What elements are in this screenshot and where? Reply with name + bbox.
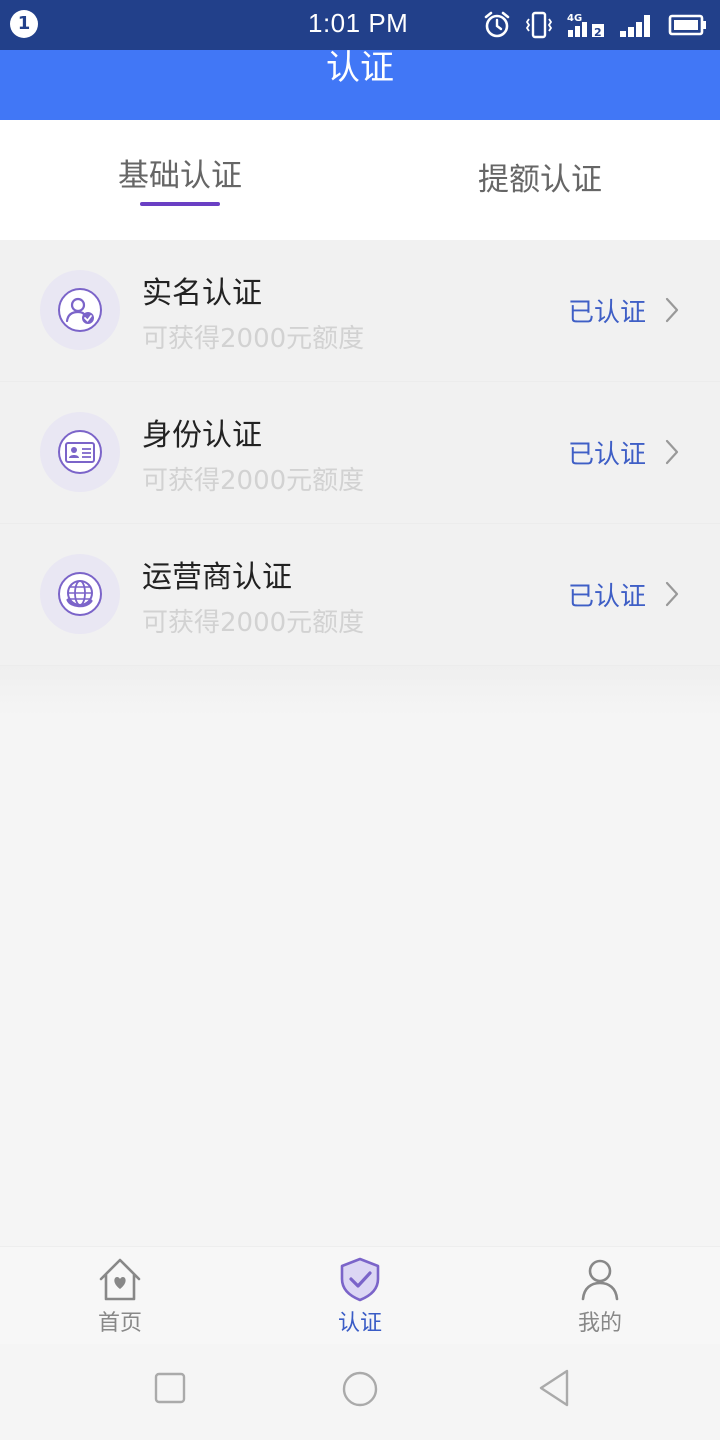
- tab-active-indicator: [140, 202, 220, 206]
- tab-limit-boost-cert-label: 提额认证: [478, 162, 602, 198]
- nav-home[interactable]: 首页: [0, 1247, 240, 1345]
- page-title: 认证: [326, 48, 394, 88]
- cert-item-real-name[interactable]: 实名认证 可获得2000元额度 已认证: [0, 240, 720, 382]
- chevron-right-icon: [665, 581, 679, 607]
- signal-4g-icon: 4G 2: [567, 13, 604, 39]
- home-icon: [99, 1258, 141, 1301]
- bottom-nav: 首页 认证 我的: [0, 1246, 720, 1344]
- nav-certification[interactable]: 认证: [240, 1247, 480, 1345]
- cert-status: 已认证: [567, 582, 646, 612]
- battery-icon: [668, 14, 706, 36]
- cert-icon-circle: [40, 554, 120, 634]
- cert-title: 身份认证: [142, 418, 262, 453]
- alarm-icon: [484, 11, 510, 38]
- system-nav-bar: [0, 1344, 720, 1440]
- nav-home-label: 首页: [97, 1311, 142, 1336]
- home-circle-icon[interactable]: [341, 1370, 379, 1408]
- cert-status: 已认证: [567, 298, 646, 328]
- cert-item-identity[interactable]: 身份认证 可获得2000元额度 已认证: [0, 382, 720, 524]
- cert-icon-circle: [40, 270, 120, 350]
- back-triangle-icon[interactable]: [536, 1368, 572, 1408]
- cert-item-carrier[interactable]: 运营商认证 可获得2000元额度 已认证: [0, 524, 720, 666]
- status-icons: 4G 2: [482, 8, 708, 42]
- cert-status: 已认证: [567, 440, 646, 470]
- app-header: 认证: [0, 48, 720, 120]
- person-icon: [581, 1259, 619, 1301]
- recent-apps-icon[interactable]: [154, 1372, 186, 1404]
- vibrate-icon: [525, 11, 553, 39]
- shield-check-icon: [340, 1257, 380, 1302]
- id-card-icon: [58, 430, 102, 474]
- signal-icon: [620, 15, 650, 37]
- chevron-right-icon: [665, 297, 679, 323]
- notification-badge: 1: [10, 10, 38, 38]
- chevron-right-icon: [665, 439, 679, 465]
- user-verified-icon: [58, 288, 102, 332]
- tab-bar: 基础认证 提额认证: [0, 120, 720, 240]
- cert-icon-circle: [40, 412, 120, 492]
- network-type-label: 4G: [567, 13, 582, 24]
- cert-subtitle: 可获得2000元额度: [142, 466, 365, 496]
- cert-title: 运营商认证: [142, 560, 292, 595]
- cert-list: 实名认证 可获得2000元额度 已认证 身份认证 可获得2000元额度 已认证: [0, 240, 720, 666]
- nav-mine[interactable]: 我的: [480, 1247, 720, 1345]
- list-bottom-shadow: [0, 666, 720, 716]
- tab-limit-boost-cert[interactable]: 提额认证: [360, 120, 720, 240]
- cert-subtitle: 可获得2000元额度: [142, 324, 365, 354]
- sim-slot-label: 2: [594, 26, 602, 39]
- status-time: 1:01 PM: [308, 8, 409, 38]
- nav-certification-label: 认证: [337, 1311, 382, 1336]
- cert-subtitle: 可获得2000元额度: [142, 608, 365, 638]
- tab-basic-cert-label: 基础认证: [118, 158, 242, 194]
- nav-mine-label: 我的: [577, 1311, 622, 1336]
- tab-basic-cert[interactable]: 基础认证: [0, 120, 360, 240]
- globe-carrier-icon: [58, 572, 102, 616]
- cert-title: 实名认证: [142, 276, 262, 311]
